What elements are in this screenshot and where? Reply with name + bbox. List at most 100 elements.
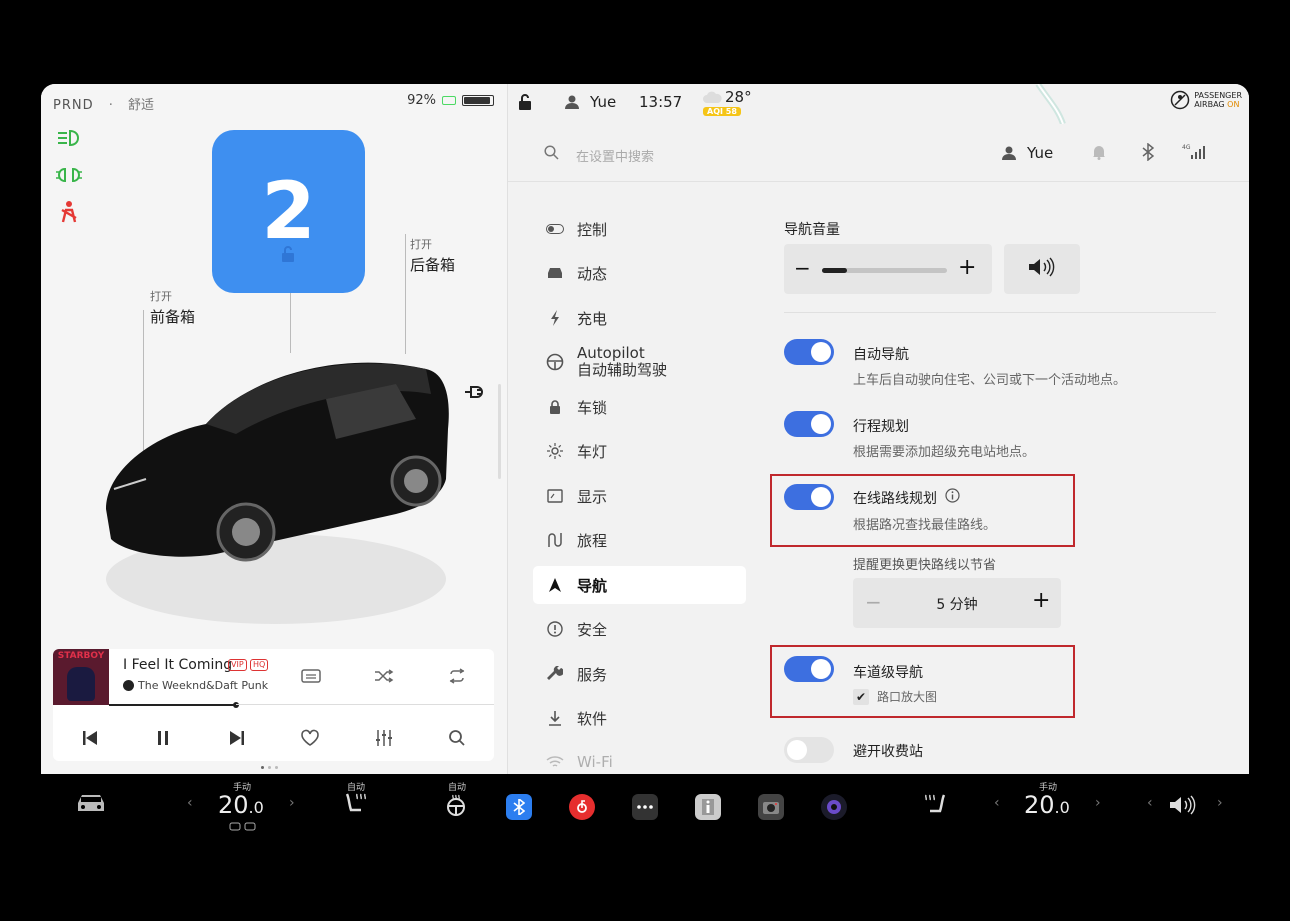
search-input[interactable]: 在设置中搜索 (576, 146, 654, 165)
nav-item-locks[interactable]: 车锁 (533, 388, 746, 426)
bluetooth-icon[interactable] (1142, 142, 1155, 165)
vip-badge: VIP (228, 659, 247, 671)
camera-app-icon[interactable] (758, 794, 784, 820)
front-trunk-button[interactable]: 打开 前备箱 (150, 288, 195, 327)
trip-icon (545, 532, 565, 548)
online-routing-toggle[interactable] (784, 484, 834, 510)
more-apps-icon[interactable] (632, 794, 658, 820)
driver-temp-up[interactable]: › (289, 795, 295, 811)
aqi-badge: AQI 58 (703, 107, 741, 116)
theater-app-icon[interactable] (821, 794, 847, 820)
nav-volume-title: 导航音量 (784, 222, 840, 238)
volume-down[interactable]: ‹ (1147, 795, 1153, 811)
volume-increase-button[interactable]: + (958, 255, 976, 280)
repeat-icon[interactable] (444, 665, 470, 687)
panel-scrollbar[interactable] (498, 384, 501, 479)
volume-up[interactable]: › (1217, 795, 1223, 811)
album-figure (67, 667, 95, 701)
cellular-4g-icon: 4G (1182, 142, 1208, 164)
seat-heater-right-icon[interactable] (922, 793, 948, 817)
nav-item-software[interactable]: 软件 (533, 699, 746, 737)
nav-label: 动态 (577, 264, 608, 283)
nav-item-charging[interactable]: 充电 (533, 299, 746, 337)
notification-bell-icon[interactable] (1092, 144, 1106, 164)
car-menu-icon[interactable] (75, 792, 107, 814)
vehicle-model[interactable] (96, 339, 466, 639)
nav-label: 显示 (577, 487, 608, 506)
heart-icon[interactable] (297, 727, 323, 749)
pause-icon[interactable] (150, 727, 176, 749)
svg-text:4G: 4G (1182, 144, 1191, 151)
trip-planner-desc: 根据需要添加超级充电站地点。 (853, 445, 1036, 460)
trip-planner-toggle[interactable] (784, 411, 834, 437)
auto-navigation-desc: 上车后自动驶向住宅、公司或下一个活动地点。 (853, 373, 1127, 388)
lyrics-icon[interactable] (298, 665, 324, 687)
nav-item-trips[interactable]: 旅程 (533, 521, 746, 559)
nav-item-autopilot[interactable]: Autopilot 自动辅助驾驶 (533, 340, 746, 384)
reroute-increase-button[interactable]: + (1032, 588, 1050, 613)
clock: 13:57 (639, 93, 683, 111)
passenger-temp-down[interactable]: ‹ (994, 795, 1000, 811)
display-icon (545, 489, 565, 503)
nav-label: 导航 (577, 576, 608, 595)
heated-steering-wheel-icon[interactable] (445, 794, 467, 816)
user-icon (565, 95, 579, 113)
nav-label-sub: 自动辅助驾驶 (577, 361, 668, 379)
volume-decrease-button[interactable]: − (794, 256, 811, 280)
airbag-label-2: AIRBAG (1194, 100, 1225, 109)
unlock-icon (280, 191, 296, 281)
profile-icon[interactable] (1002, 145, 1016, 164)
lock-status-icon[interactable] (518, 94, 532, 114)
temperature: 28° (725, 88, 752, 106)
seat-heater-left-icon[interactable] (343, 792, 369, 816)
nav-item-dynamics[interactable]: 动态 (533, 254, 746, 292)
touchscreen: PRND · 舒适 92% 2 打开 前备箱 打开 后备箱 STARBOY I … (41, 84, 1249, 774)
nav-item-navigation[interactable]: 导航 (533, 566, 746, 604)
nav-item-display[interactable]: 显示 (533, 477, 746, 515)
progress-handle[interactable] (233, 702, 240, 708)
info-icon[interactable] (945, 488, 960, 507)
driver-temp-down[interactable]: ‹ (187, 795, 193, 811)
bluetooth-app-icon[interactable] (506, 794, 532, 820)
song-title: I Feel It Coming (123, 657, 233, 673)
nav-label: 服务 (577, 665, 608, 684)
shuffle-icon[interactable] (371, 665, 397, 687)
netease-music-app-icon[interactable] (569, 794, 595, 820)
volume-slider[interactable] (822, 268, 947, 273)
vehicle-panel: PRND · 舒适 92% 2 打开 前备箱 打开 后备箱 STARBOY I … (41, 84, 507, 774)
speaker-icon (1027, 257, 1057, 281)
previous-track-icon[interactable] (77, 727, 103, 749)
album-art[interactable]: STARBOY (53, 649, 109, 705)
avoid-tolls-toggle[interactable] (784, 737, 834, 763)
next-track-icon[interactable] (224, 727, 250, 749)
rear-trunk-action: 打开 (410, 238, 432, 251)
battery-status: 92% (407, 93, 494, 108)
nav-item-safety[interactable]: 安全 (533, 610, 746, 648)
passenger-temp-up[interactable]: › (1095, 795, 1101, 811)
hq-badge: HQ (250, 659, 269, 671)
playback-progress[interactable] (109, 702, 240, 708)
charge-port-icon[interactable] (463, 384, 483, 404)
manual-app-icon[interactable] (695, 794, 721, 820)
nav-item-lights[interactable]: 车灯 (533, 432, 746, 470)
equalizer-icon[interactable] (371, 727, 397, 749)
playback-progress-track (236, 704, 494, 705)
nav-voice-mute-button[interactable] (1004, 244, 1080, 294)
lane-navigation-toggle[interactable] (784, 656, 834, 682)
rear-trunk-button[interactable]: 打开 后备箱 (410, 236, 455, 275)
media-search-icon[interactable] (444, 727, 470, 749)
volume-icon[interactable] (1168, 794, 1200, 816)
topbar-user[interactable]: Yue (590, 93, 616, 111)
nav-item-controls[interactable]: 控制 (533, 210, 746, 248)
driver-temperature[interactable]: 20.0 (218, 791, 264, 819)
nav-item-service[interactable]: 服务 (533, 655, 746, 693)
profile-name[interactable]: Yue (1027, 144, 1053, 162)
nav-label: 车锁 (577, 398, 608, 417)
intersection-zoom-checkbox[interactable]: ✔ (853, 689, 869, 705)
passenger-temperature[interactable]: 20.0 (1024, 791, 1070, 819)
auto-navigation-toggle[interactable] (784, 339, 834, 365)
nav-item-wifi[interactable]: Wi-Fi (533, 743, 746, 774)
alert-circle-icon (545, 621, 565, 637)
airbag-icon (1170, 90, 1190, 110)
top-status-bar: Yue 13:57 28° AQI 58 PASSENGER AIRBAG ON (508, 84, 1249, 120)
